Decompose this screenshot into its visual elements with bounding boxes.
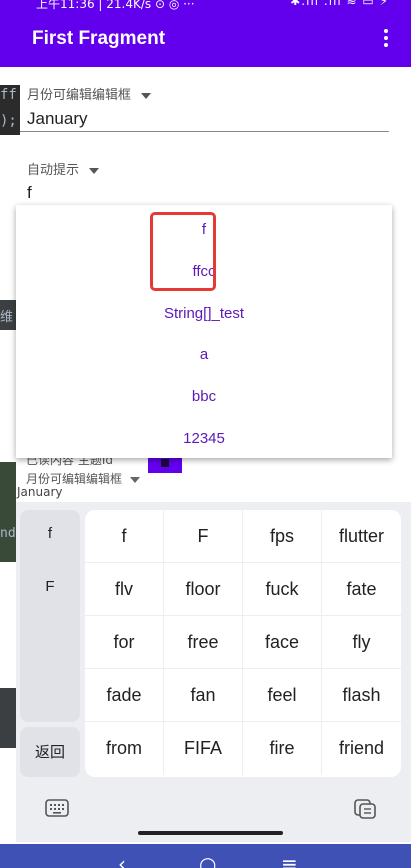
editor-line: nd bbox=[0, 526, 16, 541]
keyboard-word-key[interactable]: fade bbox=[85, 669, 164, 722]
keyboard-word-key[interactable]: flv bbox=[85, 563, 164, 616]
dropdown-arrow-icon[interactable] bbox=[141, 92, 152, 99]
editor-line: ); bbox=[0, 113, 17, 129]
keyboard-word-key[interactable]: flash bbox=[322, 669, 401, 722]
auto-field-label-text: 自动提示 bbox=[27, 163, 80, 178]
app-title: First Fragment bbox=[32, 28, 166, 49]
keyboard-word-grid: f F fps flutter flv floor fuck fate for … bbox=[85, 510, 401, 777]
keyboard-word-key[interactable]: free bbox=[164, 616, 243, 669]
keyboard-word-key[interactable]: flutter bbox=[322, 510, 401, 563]
keyboard-word-key[interactable]: floor bbox=[164, 563, 243, 616]
small-month-label-text: 月份可编辑编辑框 bbox=[26, 472, 123, 486]
editor-line: ff bbox=[0, 87, 17, 103]
keyboard-word-key[interactable]: friend bbox=[322, 722, 401, 775]
dropdown-arrow-icon[interactable] bbox=[130, 476, 141, 483]
editor-bleed-bottom bbox=[0, 688, 16, 748]
auto-field-label[interactable]: 自动提示 bbox=[27, 159, 100, 178]
home-icon[interactable]: ○ bbox=[199, 852, 216, 868]
keyboard-back-button[interactable]: 返回 bbox=[20, 727, 80, 777]
suggestion-item[interactable]: String[]_test bbox=[16, 305, 392, 322]
keyboard-word-key[interactable]: fire bbox=[243, 722, 322, 775]
home-indicator[interactable] bbox=[138, 831, 283, 835]
suggestion-item[interactable]: 12345 bbox=[16, 430, 392, 447]
auto-field-input[interactable]: f bbox=[27, 183, 32, 203]
status-text: 上午11:36 | 21.4K/s ⊙ ◎ ··· bbox=[36, 0, 195, 11]
status-bar: 上午11:36 | 21.4K/s ⊙ ◎ ··· ✱.ııl .ııl ≋ ▭… bbox=[0, 0, 411, 11]
keyboard-candidate-key[interactable]: f bbox=[20, 525, 80, 542]
keyboard-candidate-key[interactable]: F bbox=[20, 578, 80, 595]
app-bar: First Fragment bbox=[0, 11, 411, 67]
status-icons: ✱.ııl .ııl ≋ ▭ ⚡ bbox=[290, 0, 389, 8]
keyboard-word-key[interactable]: for bbox=[85, 616, 164, 669]
keyboard-word-key[interactable]: fps bbox=[243, 510, 322, 563]
menu-icon[interactable]: ≡ bbox=[281, 852, 298, 868]
month-field-value[interactable]: January bbox=[27, 109, 87, 129]
keyboard-word-key[interactable]: feel bbox=[243, 669, 322, 722]
keyboard-word-key[interactable]: FIFA bbox=[164, 722, 243, 775]
navigation-bar: ‹ ○ ≡ bbox=[0, 844, 411, 868]
keyboard-word-key[interactable]: fan bbox=[164, 669, 243, 722]
keyboard-icon[interactable] bbox=[44, 797, 70, 819]
editor-bleed-top: ff ); bbox=[0, 85, 20, 135]
keyboard-word-key[interactable]: from bbox=[85, 722, 164, 775]
keyboard-word-key[interactable]: fate bbox=[322, 563, 401, 616]
month-field-label[interactable]: 月份可编辑编辑框 bbox=[27, 84, 152, 103]
month-field-label-text: 月份可编辑编辑框 bbox=[27, 88, 132, 103]
keyboard-word-key[interactable]: f bbox=[85, 510, 164, 563]
editor-line: 维 bbox=[0, 310, 14, 325]
suggestion-item[interactable]: a bbox=[16, 346, 392, 363]
month-field-underline bbox=[20, 131, 389, 132]
clipboard-icon[interactable] bbox=[352, 797, 378, 819]
suggestion-item[interactable]: bbc bbox=[16, 388, 392, 405]
small-month-value: January bbox=[17, 485, 63, 499]
editor-bleed-low: nd bbox=[0, 462, 16, 562]
keyboard-word-key[interactable]: F bbox=[164, 510, 243, 563]
keyboard-word-key[interactable]: fly bbox=[322, 616, 401, 669]
editor-bleed-mid: 维 bbox=[0, 300, 16, 330]
dropdown-arrow-icon[interactable] bbox=[89, 167, 100, 174]
overflow-menu-icon[interactable] bbox=[383, 29, 389, 49]
back-icon[interactable]: ‹ bbox=[118, 852, 126, 868]
keyboard-word-key[interactable]: face bbox=[243, 616, 322, 669]
annotation-highlight-box bbox=[150, 212, 216, 291]
keyboard-word-key[interactable]: fuck bbox=[243, 563, 322, 616]
